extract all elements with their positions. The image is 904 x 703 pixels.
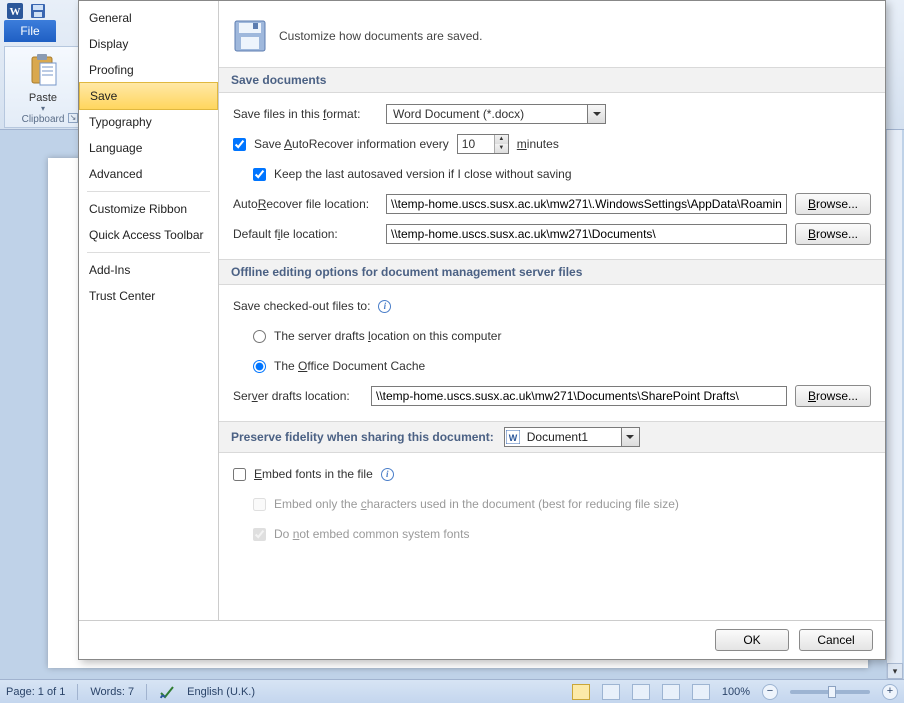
fidelity-document-value: Document1 [521,430,621,444]
category-language[interactable]: Language [79,135,218,161]
chevron-down-icon[interactable] [621,428,639,446]
embed-only-used-checkbox [253,498,266,511]
section-save-documents-heading: Save documents [219,67,885,93]
spellcheck-icon[interactable] [159,684,175,700]
server-drafts-location-label: Server drafts location: [233,389,363,403]
view-print-layout-icon[interactable] [572,684,590,700]
embed-only-used-label: Embed only the characters used in the do… [274,497,679,511]
save-icon[interactable] [30,3,46,19]
category-addins[interactable]: Add-Ins [79,257,218,283]
zoom-in-button[interactable]: + [882,684,898,700]
category-advanced[interactable]: Advanced [79,161,218,187]
category-proofing[interactable]: Proofing [79,57,218,83]
default-location-input[interactable] [386,224,787,244]
autorecover-location-input[interactable] [386,194,787,214]
autorecover-location-label: AutoRecover file location: [233,197,378,211]
options-category-list: General Display Proofing Save Typography… [79,1,219,620]
zoom-slider-thumb[interactable] [828,686,836,698]
view-web-layout-icon[interactable] [632,684,650,700]
save-large-icon [233,19,267,53]
no-common-fonts-label: Do not embed common system fonts [274,527,469,541]
server-drafts-location-input[interactable] [371,386,787,406]
word-document-icon: W [505,429,521,445]
save-format-combo[interactable]: Word Document (*.docx) [386,104,606,124]
scroll-down-icon[interactable]: ▾ [887,663,903,679]
zoom-slider[interactable] [790,690,870,694]
autorecover-minutes-spinner[interactable]: 10 ▲▼ [457,134,509,154]
pane-header-text: Customize how documents are saved. [279,29,482,43]
embed-fonts-label: Embed fonts in the file [254,467,373,481]
autorecover-minutes-value: 10 [458,135,494,153]
embed-fonts-checkbox[interactable] [233,468,246,481]
fidelity-heading-text: Preserve fidelity when sharing this docu… [231,430,494,444]
clipboard-group: Paste ▾ Clipboard ↘ [4,46,82,128]
category-general[interactable]: General [79,5,218,31]
status-page[interactable]: Page: 1 of 1 [6,686,65,698]
section-offline-heading: Offline editing options for document man… [219,259,885,285]
category-display[interactable]: Display [79,31,218,57]
spinner-up-icon[interactable]: ▲ [495,135,508,144]
autorecover-browse-button[interactable]: Browse... [795,193,871,215]
info-icon[interactable]: i [378,300,391,313]
clipboard-group-label: Clipboard [22,114,65,125]
view-full-screen-icon[interactable] [602,684,620,700]
category-customize-ribbon[interactable]: Customize Ribbon [79,196,218,222]
save-format-label: Save files in this format: [233,107,378,121]
paste-button-label[interactable]: Paste [5,92,81,104]
spinner-down-icon[interactable]: ▼ [495,144,508,153]
svg-text:W: W [508,433,517,443]
office-cache-radio-label: The Office Document Cache [274,359,425,373]
save-format-value: Word Document (*.docx) [387,107,587,121]
server-drafts-radio[interactable] [253,330,266,343]
svg-text:W: W [10,6,21,18]
cancel-button[interactable]: Cancel [799,629,873,651]
clipboard-dialog-launcher-icon[interactable]: ↘ [68,113,78,123]
no-common-fonts-checkbox [253,528,266,541]
category-typography[interactable]: Typography [79,109,218,135]
keep-last-autosaved-checkbox[interactable] [253,168,266,181]
zoom-level[interactable]: 100% [722,686,750,698]
category-quick-access-toolbar[interactable]: Quick Access Toolbar [79,222,218,248]
default-browse-button[interactable]: Browse... [795,223,871,245]
autorecover-label-post: minutes [517,137,559,151]
view-draft-icon[interactable] [692,684,710,700]
section-fidelity-heading: Preserve fidelity when sharing this docu… [219,421,885,453]
autorecover-checkbox[interactable] [233,138,246,151]
zoom-out-button[interactable]: − [762,684,778,700]
category-save[interactable]: Save [79,82,218,110]
word-options-dialog: General Display Proofing Save Typography… [78,0,886,660]
dialog-footer: OK Cancel [79,620,885,659]
keep-last-autosaved-label: Keep the last autosaved version if I clo… [274,167,572,181]
server-drafts-radio-label: The server drafts location on this compu… [274,329,501,343]
status-bar: Page: 1 of 1 Words: 7 English (U.K.) 100… [0,679,904,703]
paste-icon[interactable] [5,53,81,90]
autorecover-label-pre: Save AutoRecover information every [254,137,449,151]
options-pane-save: Customize how documents are saved. Save … [219,1,885,620]
save-checked-out-label: Save checked-out files to: [233,299,370,313]
default-location-label: Default file location: [233,227,378,241]
quick-access-toolbar: W [6,2,46,20]
word-app-icon[interactable]: W [6,2,24,20]
server-drafts-browse-button[interactable]: Browse... [795,385,871,407]
category-trust-center[interactable]: Trust Center [79,283,218,309]
info-icon[interactable]: i [381,468,394,481]
office-cache-radio[interactable] [253,360,266,373]
file-tab[interactable]: File [4,20,56,42]
fidelity-document-combo[interactable]: W Document1 [504,427,640,447]
chevron-down-icon[interactable] [587,105,605,123]
ok-button[interactable]: OK [715,629,789,651]
view-outline-icon[interactable] [662,684,680,700]
status-language[interactable]: English (U.K.) [187,686,255,698]
status-words[interactable]: Words: 7 [90,686,134,698]
vertical-scrollbar[interactable]: ▾ [886,130,902,679]
